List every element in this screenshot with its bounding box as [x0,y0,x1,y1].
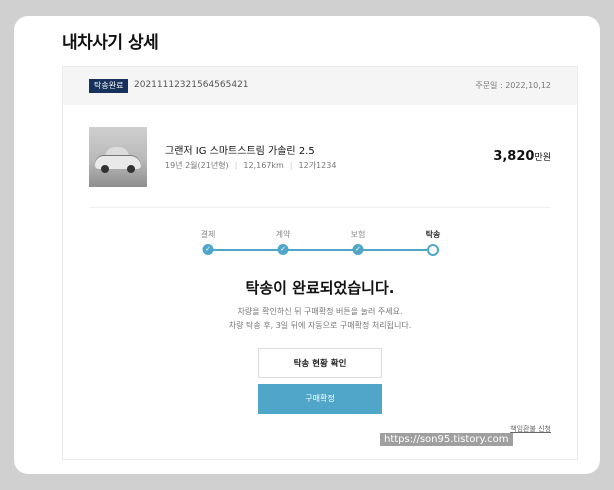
check-icon: ✓ [352,244,364,255]
step-label-contract: 계약 [275,230,291,239]
car-mileage: 12,167km [243,161,284,170]
status-headline: 탁송이 완료되었습니다. [245,279,395,297]
status-badge: 탁송완료 [89,79,129,93]
step-label-delivery: 탁송 [425,230,441,239]
confirm-purchase-button[interactable]: 구매확정 [258,384,382,414]
check-icon: ✓ [277,244,289,255]
watermark: https://son95.tistory.com [380,433,513,446]
car-name[interactable]: 그랜저 IG 스마트스트림 가솔린 2.5 [165,142,315,157]
divider [89,207,551,208]
car-year: 19년 2월(21년형) [165,161,229,170]
desc-line-2: 차량 탁송 후, 3일 뒤에 자동으로 구매확정 처리됩니다. [228,321,412,330]
order-number: 20211112321564565421 [134,80,249,90]
progress-track [208,249,433,251]
price-unit: 만원 [534,153,551,163]
delivery-status-button[interactable]: 탁송 현황 확인 [258,348,382,378]
car-image[interactable] [89,127,147,187]
car-meta: 19년 2월(21년형) | 12,167km | 12가1234 [165,161,337,170]
order-header: 탁송완료 20211112321564565421 주문일 : 2022,10,… [63,67,577,105]
order-date: 주문일 : 2022,10,12 [475,81,551,90]
refund-request-link[interactable]: 책임환불 신청 [510,424,551,434]
current-step-icon [427,244,439,256]
detail-card: 내차사기 상세 탁송완료 20211112321564565421 주문일 : … [14,16,600,474]
price-value: 3,820 [493,149,535,164]
step-label-payment: 결제 [200,230,216,239]
car-plate: 12가1234 [298,161,337,170]
step-label-insurance: 보험 [350,230,366,239]
order-panel: 탁송완료 20211112321564565421 주문일 : 2022,10,… [62,66,578,460]
desc-line-1: 차량을 확인하신 뒤 구매확정 버튼을 눌러 주세요. [237,307,403,316]
page-title: 내차사기 상세 [62,33,159,53]
status-description: 차량을 확인하신 뒤 구매확정 버튼을 눌러 주세요. 차량 탁송 후, 3일 … [63,305,577,333]
car-price: 3,820만원 [493,149,551,164]
check-icon: ✓ [202,244,214,255]
